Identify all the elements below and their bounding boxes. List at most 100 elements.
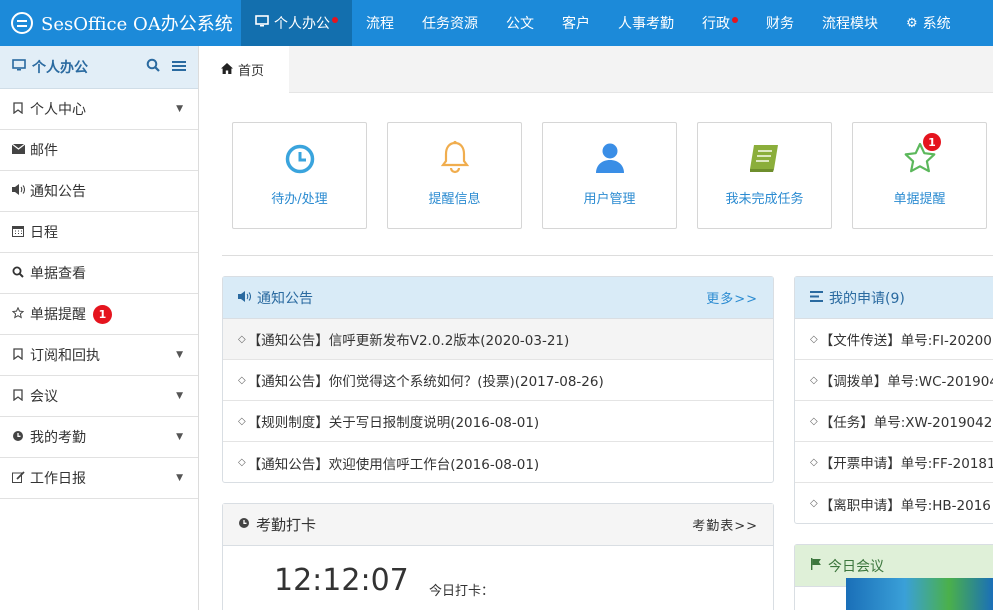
search-icon[interactable] — [146, 58, 160, 76]
tile-unfinished-tasks[interactable]: 我未完成任务 — [697, 122, 832, 229]
tab-home[interactable]: 首页 — [203, 46, 289, 93]
caret-down-icon: ▼ — [176, 350, 183, 360]
sidebar-item-subscriptions[interactable]: 订阅和回执 ▼ — [0, 335, 198, 376]
tile-todo[interactable]: 待办/处理 — [232, 122, 367, 229]
list-item[interactable]: ◇ 【开票申请】单号:FF-20181 — [795, 442, 993, 483]
diamond-icon: ◇ — [238, 415, 246, 427]
brand[interactable]: SesOffice OA办公系统 — [0, 0, 241, 46]
nav-finance[interactable]: 财务 — [752, 0, 808, 46]
nav-administration[interactable]: 行政 — [688, 0, 752, 46]
envelope-icon — [11, 143, 25, 157]
count-badge: 1 — [93, 304, 112, 324]
sidebar-item-mail[interactable]: 邮件 — [0, 130, 198, 171]
list-item[interactable]: ◇ 【规则制度】关于写日报制度说明(2016-08-01) — [223, 401, 773, 442]
sidebar-header: 个人办公 — [0, 46, 198, 89]
attendance-title: 考勤打卡 — [256, 516, 317, 534]
clock-icon — [285, 144, 315, 174]
list-item[interactable]: ◇ 【调拨单】单号:WC-201904 — [795, 360, 993, 401]
tile-document-reminder[interactable]: 1 单据提醒 — [852, 122, 987, 229]
list-icon — [810, 290, 823, 305]
caret-down-icon: ▼ — [176, 473, 183, 483]
user-icon — [595, 142, 625, 174]
list-item[interactable]: ◇ 【通知公告】欢迎使用信呼工作台(2016-08-01) — [223, 442, 773, 483]
list-item[interactable]: ◇ 【通知公告】信呼更新发布V2.0.2版本(2020-03-21) — [223, 319, 773, 360]
caret-down-icon: ▼ — [176, 432, 183, 442]
nav-task-resources[interactable]: 任务资源 — [408, 0, 492, 46]
bookmark-icon — [11, 347, 25, 363]
edit-icon — [11, 470, 25, 486]
book-icon — [748, 142, 782, 174]
menu-icon[interactable] — [172, 58, 186, 76]
diamond-icon: ◇ — [810, 415, 818, 427]
gear-icon: ⚙ — [906, 15, 918, 31]
nav-process-modules[interactable]: 流程模块 — [808, 0, 892, 46]
bookmark-icon — [11, 388, 25, 404]
notices-title: 通知公告 — [257, 290, 313, 307]
applications-header: 我的申请(9) — [795, 277, 993, 319]
sidebar-item-meetings[interactable]: 会议 ▼ — [0, 376, 198, 417]
monitor-icon — [255, 15, 269, 31]
divider — [222, 255, 993, 256]
sidebar: 个人办公 个人中心 ▼ 邮件 通知公告 日程 单据查看 单据提醒 1 订阅和回执… — [0, 46, 199, 610]
volume-icon — [11, 184, 25, 198]
nav-personal-office[interactable]: 个人办公 — [241, 0, 352, 46]
tile-user-management[interactable]: 用户管理 — [542, 122, 677, 229]
clock-icon — [11, 430, 25, 445]
flag-icon — [810, 558, 822, 573]
nav-customers[interactable]: 客户 — [548, 0, 604, 46]
sidebar-title: 个人办公 — [32, 60, 88, 76]
sidebar-item-document-reminder[interactable]: 单据提醒 1 — [0, 294, 198, 335]
count-badge: 1 — [923, 133, 941, 151]
diamond-icon: ◇ — [810, 456, 818, 468]
diamond-icon: ◇ — [810, 498, 818, 509]
list-item[interactable]: ◇ 【任务】单号:XW-2019042 — [795, 401, 993, 442]
punch-label: 今日打卡： — [429, 584, 495, 599]
diamond-icon: ◇ — [810, 333, 818, 345]
sidebar-item-personal-center[interactable]: 个人中心 ▼ — [0, 89, 198, 130]
list-item[interactable]: ◇ 【通知公告】你们觉得这个系统如何？(投票)(2017-08-26) — [223, 360, 773, 401]
attendance-sheet-link[interactable]: 考勤表>> — [692, 515, 758, 534]
calendar-icon — [11, 225, 25, 240]
list-item[interactable]: ◇ 【离职申请】单号:HB-2016 — [795, 483, 993, 524]
home-icon — [221, 62, 233, 77]
diamond-icon: ◇ — [238, 457, 246, 468]
star-icon — [11, 306, 25, 322]
applications-panel: 我的申请(9) ◇ 【文件传送】单号:FI-20200 ◇ 【调拨单】单号:WC-2… — [794, 276, 993, 524]
diamond-icon: ◇ — [238, 333, 246, 345]
sidebar-item-my-attendance[interactable]: 我的考勤 ▼ — [0, 417, 198, 458]
applications-title: 我的申请(9) — [829, 290, 905, 307]
sidebar-item-schedule[interactable]: 日程 — [0, 212, 198, 253]
meeting-title: 今日会议 — [828, 558, 884, 575]
tab-bar: 首页 — [203, 46, 993, 93]
clock-icon — [238, 517, 250, 532]
nav-hr-attendance[interactable]: 人事考勤 — [604, 0, 688, 46]
chat-logo-icon — [11, 12, 33, 34]
nav-process[interactable]: 流程 — [352, 0, 408, 46]
search-icon — [11, 266, 25, 281]
tile-reminders[interactable]: 提醒信息 — [387, 122, 522, 229]
nav-documents[interactable]: 公文 — [492, 0, 548, 46]
more-link[interactable]: 更多>> — [706, 288, 758, 307]
caret-down-icon: ▼ — [176, 391, 183, 401]
bookmark-icon — [11, 101, 25, 117]
notices-panel: 通知公告 更多>> ◇ 【通知公告】信呼更新发布V2.0.2版本(2020-03-… — [222, 276, 774, 483]
notification-dot — [732, 17, 738, 23]
notices-header: 通知公告 更多>> — [223, 277, 773, 319]
diamond-icon: ◇ — [810, 374, 818, 386]
monitor-icon — [12, 59, 26, 75]
bell-icon — [439, 140, 471, 174]
main-content: 首页 待办/处理 提醒信息 用户管理 我未完成任务 1 单据提醒 通知公告 更多… — [203, 46, 993, 610]
sidebar-item-daily-report[interactable]: 工作日报 ▼ — [0, 458, 198, 499]
attendance-header: 考勤打卡 考勤表>> — [223, 504, 773, 546]
nav-system[interactable]: ⚙ 系统 — [892, 0, 965, 46]
sidebar-item-document-view[interactable]: 单据查看 — [0, 253, 198, 294]
list-item[interactable]: ◇ 【文件传送】单号:FI-20200 — [795, 319, 993, 360]
attendance-panel: 考勤打卡 考勤表>> 12:12:07 今日打卡： — [222, 503, 774, 610]
decorative-image — [846, 578, 993, 610]
top-navbar: SesOffice OA办公系统 个人办公 流程 任务资源 公文 客户 人事考勤… — [0, 0, 993, 46]
clock-time: 12:12:07 — [274, 563, 409, 598]
caret-down-icon: ▼ — [176, 104, 183, 114]
sidebar-item-notices[interactable]: 通知公告 — [0, 171, 198, 212]
diamond-icon: ◇ — [238, 374, 246, 386]
app-title: SesOffice OA办公系统 — [41, 14, 233, 35]
